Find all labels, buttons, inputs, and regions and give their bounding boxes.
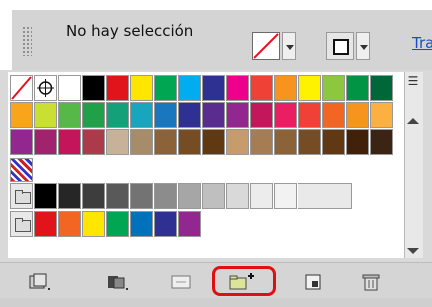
color-swatch[interactable] xyxy=(58,211,81,237)
panel-grip-icon[interactable] xyxy=(22,26,32,56)
color-swatch[interactable] xyxy=(178,211,201,237)
color-swatch[interactable] xyxy=(250,183,273,209)
delete-swatch-icon[interactable] xyxy=(360,272,384,292)
color-swatch[interactable] xyxy=(10,129,33,155)
color-swatch[interactable] xyxy=(370,102,393,128)
color-swatch[interactable] xyxy=(130,211,153,237)
color-swatch[interactable] xyxy=(250,102,273,128)
color-swatch[interactable] xyxy=(130,102,153,128)
color-swatch[interactable] xyxy=(274,129,297,155)
color-swatch[interactable] xyxy=(130,129,153,155)
registration-swatch[interactable] xyxy=(34,75,57,101)
color-swatch[interactable] xyxy=(178,102,201,128)
color-group-folder-icon[interactable] xyxy=(10,183,33,209)
color-swatch[interactable] xyxy=(298,75,321,101)
color-swatch[interactable] xyxy=(34,211,57,237)
color-swatch[interactable] xyxy=(250,75,273,101)
color-swatch[interactable] xyxy=(106,75,129,101)
color-swatch[interactable] xyxy=(106,183,129,209)
color-swatch[interactable] xyxy=(106,211,129,237)
color-swatch[interactable] xyxy=(202,183,225,209)
color-swatch[interactable] xyxy=(178,183,201,209)
color-swatch[interactable] xyxy=(346,102,369,128)
color-swatch[interactable] xyxy=(346,75,369,101)
swatch-options-icon[interactable] xyxy=(170,272,194,292)
color-swatch[interactable] xyxy=(58,102,81,128)
color-swatch[interactable] xyxy=(82,129,105,155)
no-fill-icon xyxy=(253,33,279,59)
color-swatch[interactable] xyxy=(154,183,177,209)
transparency-link[interactable]: Tra xyxy=(412,34,432,52)
color-swatch[interactable] xyxy=(202,129,225,155)
color-swatch[interactable] xyxy=(274,183,297,209)
swatch-libraries-icon[interactable] xyxy=(28,272,52,292)
color-swatch[interactable] xyxy=(130,75,153,101)
color-swatch[interactable] xyxy=(202,75,225,101)
color-swatch[interactable] xyxy=(226,183,249,209)
color-swatch[interactable] xyxy=(34,129,57,155)
fill-dropdown-button[interactable] xyxy=(282,32,296,60)
color-swatch[interactable] xyxy=(10,102,33,128)
color-swatch[interactable] xyxy=(226,75,249,101)
color-swatch[interactable] xyxy=(58,129,81,155)
color-swatch[interactable] xyxy=(322,102,345,128)
panel-bottom-edge xyxy=(0,298,432,307)
color-group-end xyxy=(298,183,352,209)
color-swatch[interactable] xyxy=(130,183,153,209)
swatch-grid xyxy=(10,75,393,155)
color-group-brights xyxy=(10,211,201,237)
color-swatch[interactable] xyxy=(178,129,201,155)
color-swatch[interactable] xyxy=(370,129,393,155)
color-swatch[interactable] xyxy=(322,75,345,101)
color-swatch[interactable] xyxy=(82,211,105,237)
color-swatch[interactable] xyxy=(202,102,225,128)
color-swatch[interactable] xyxy=(154,102,177,128)
none-swatch[interactable] xyxy=(10,75,33,101)
color-swatch[interactable] xyxy=(58,75,81,101)
color-swatch[interactable] xyxy=(106,129,129,155)
color-swatch[interactable] xyxy=(370,75,393,101)
selection-status: No hay selección xyxy=(66,22,194,40)
fill-swatch-button[interactable] xyxy=(252,32,280,60)
stroke-dropdown-button[interactable] xyxy=(356,32,370,60)
color-swatch[interactable] xyxy=(106,102,129,128)
color-group-grays xyxy=(10,183,352,209)
color-swatch[interactable] xyxy=(346,129,369,155)
color-swatch[interactable] xyxy=(298,102,321,128)
scroll-up-arrow-icon[interactable] xyxy=(407,118,419,124)
stroke-swatch-button[interactable] xyxy=(326,32,354,60)
swatch-kinds-icon[interactable] xyxy=(106,272,130,292)
color-swatch[interactable] xyxy=(154,211,177,237)
color-swatch[interactable] xyxy=(34,102,57,128)
color-swatch[interactable] xyxy=(58,183,81,209)
color-swatch[interactable] xyxy=(274,102,297,128)
color-group-folder-icon[interactable] xyxy=(10,211,33,237)
vertical-scrollbar[interactable] xyxy=(404,72,423,258)
color-swatch[interactable] xyxy=(154,129,177,155)
panel-menu-icon[interactable]: ☰ xyxy=(404,72,422,90)
color-swatch[interactable] xyxy=(274,75,297,101)
color-swatch[interactable] xyxy=(82,183,105,209)
color-swatch[interactable] xyxy=(178,75,201,101)
color-swatch[interactable] xyxy=(82,102,105,128)
color-swatch[interactable] xyxy=(154,75,177,101)
color-swatch[interactable] xyxy=(250,129,273,155)
pattern-swatch[interactable] xyxy=(10,158,33,182)
color-swatch[interactable] xyxy=(226,102,249,128)
new-color-group-highlight xyxy=(212,266,276,296)
new-swatch-icon[interactable] xyxy=(302,272,326,292)
scroll-down-arrow-icon[interactable] xyxy=(407,248,419,254)
color-swatch[interactable] xyxy=(82,75,105,101)
color-swatch[interactable] xyxy=(322,129,345,155)
color-swatch[interactable] xyxy=(226,129,249,155)
color-swatch[interactable] xyxy=(34,183,57,209)
color-swatch[interactable] xyxy=(298,129,321,155)
